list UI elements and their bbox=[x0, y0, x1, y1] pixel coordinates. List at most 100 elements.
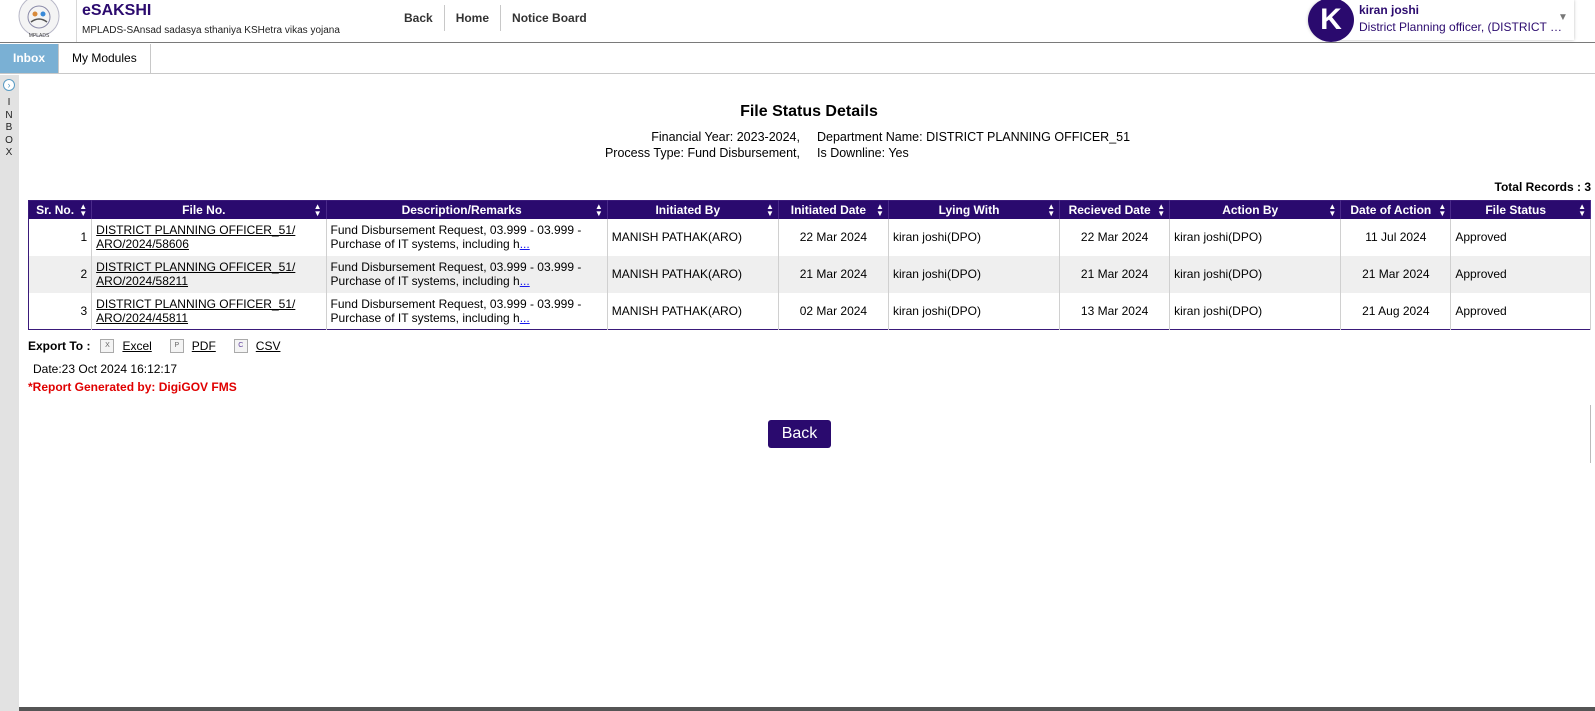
cell-file-status: Approved bbox=[1450, 218, 1591, 256]
cell-date-of-action: 21 Mar 2024 bbox=[1340, 255, 1452, 293]
file-no-link[interactable]: DISTRICT PLANNING OFFICER_51/ ARO/2024/4… bbox=[96, 297, 295, 325]
scroll-divider bbox=[1590, 405, 1591, 463]
column-header-label: Initiated By bbox=[655, 202, 721, 217]
pdf-icon[interactable]: P bbox=[169, 339, 184, 353]
sort-icon[interactable]: ▲ ▼ bbox=[595, 203, 603, 218]
export-csv-link[interactable]: CSV bbox=[256, 339, 281, 353]
sort-icon[interactable]: ▲ ▼ bbox=[1047, 203, 1055, 218]
cell-file-no: DISTRICT PLANNING OFFICER_51/ ARO/2024/4… bbox=[91, 292, 327, 330]
sort-icon[interactable]: ▲ ▼ bbox=[79, 203, 87, 218]
app-subtitle: MPLADS-SAnsad sadasya sthaniya KSHetra v… bbox=[82, 25, 340, 36]
mplads-logo[interactable]: MPLADS bbox=[6, 0, 72, 40]
inbox-side-panel[interactable]: › INBOX bbox=[0, 75, 19, 711]
app-header: MPLADS eSAKSHI MPLADS-SAnsad sadasya sth… bbox=[0, 0, 1595, 43]
column-header-description[interactable]: Description/Remarks ▲ ▼ bbox=[326, 200, 608, 219]
file-no-link[interactable]: DISTRICT PLANNING OFFICER_51/ ARO/2024/5… bbox=[96, 223, 295, 251]
page-title: File Status Details bbox=[740, 103, 878, 120]
user-menu[interactable]: K kiran joshi District Planning officer,… bbox=[1308, 0, 1574, 42]
process-type-value: Fund Disbursement, bbox=[687, 146, 800, 160]
cell-initiated-by: MANISH PATHAK(ARO) bbox=[607, 255, 779, 293]
export-label: Export To : bbox=[28, 339, 91, 353]
column-header-label: Sr. No. bbox=[36, 202, 75, 217]
column-header-file-status[interactable]: File Status ▲ ▼ bbox=[1450, 200, 1591, 219]
column-header-date-of-action[interactable]: Date of Action ▲ ▼ bbox=[1340, 200, 1452, 219]
table-row: 3 DISTRICT PLANNING OFFICER_51/ ARO/2024… bbox=[28, 292, 1591, 330]
report-meta-left: Financial Year: 2023-2024, Process Type:… bbox=[560, 129, 800, 161]
tab-bar: Inbox My Modules bbox=[0, 44, 1595, 74]
export-pdf-link[interactable]: PDF bbox=[192, 339, 216, 353]
back-button[interactable]: Back bbox=[768, 420, 831, 448]
cell-sr-no: 3 bbox=[28, 292, 93, 330]
svg-text:MPLADS: MPLADS bbox=[29, 33, 50, 39]
sort-icon[interactable]: ▲ ▼ bbox=[314, 203, 322, 218]
description-more-link[interactable]: ... bbox=[520, 237, 530, 251]
financial-year-label: Financial Year: bbox=[651, 130, 734, 144]
sort-icon[interactable]: ▲ ▼ bbox=[1157, 203, 1165, 218]
cell-file-status: Approved bbox=[1450, 255, 1591, 293]
file-no-link[interactable]: DISTRICT PLANNING OFFICER_51/ ARO/2024/5… bbox=[96, 260, 295, 288]
downline-value: Yes bbox=[888, 146, 909, 160]
column-header-label: Date of Action bbox=[1350, 202, 1432, 217]
column-header-label: Description/Remarks bbox=[401, 202, 522, 217]
csv-icon[interactable]: C bbox=[233, 339, 248, 353]
report-meta-right: Department Name: DISTRICT PLANNING OFFIC… bbox=[817, 129, 1217, 161]
logo-divider bbox=[76, 0, 77, 42]
sort-icon[interactable]: ▲ ▼ bbox=[1328, 203, 1336, 218]
description-more-link[interactable]: ... bbox=[520, 274, 530, 288]
user-role: District Planning officer, (DISTRICT PLA… bbox=[1359, 20, 1569, 34]
report-date: Date:23 Oct 2024 16:12:17 bbox=[33, 362, 178, 376]
nav-home-link[interactable]: Home bbox=[445, 5, 500, 31]
table-row: 2 DISTRICT PLANNING OFFICER_51/ ARO/2024… bbox=[28, 255, 1591, 293]
cell-action-by: kiran joshi(DPO) bbox=[1169, 292, 1342, 330]
cell-file-status: Approved bbox=[1450, 292, 1591, 330]
column-header-lying-with[interactable]: Lying With ▲ ▼ bbox=[888, 200, 1061, 219]
column-header-label: File No. bbox=[182, 202, 226, 217]
column-header-label: Recieved Date bbox=[1068, 202, 1151, 217]
cell-initiated-date: 21 Mar 2024 bbox=[778, 255, 889, 293]
column-header-received-date[interactable]: Recieved Date ▲ ▼ bbox=[1059, 200, 1171, 219]
report-generated-by: *Report Generated by: DigiGOV FMS bbox=[28, 380, 237, 394]
cell-description: Fund Disbursement Request, 03.999 - 03.9… bbox=[326, 218, 608, 256]
cell-action-by: kiran joshi(DPO) bbox=[1169, 218, 1342, 256]
nav-back-link[interactable]: Back bbox=[393, 5, 444, 31]
column-header-label: Action By bbox=[1222, 202, 1279, 217]
financial-year-value: 2023-2024, bbox=[736, 130, 800, 144]
cell-initiated-by: MANISH PATHAK(ARO) bbox=[607, 292, 779, 330]
column-header-initiated-date[interactable]: Initiated Date ▲ ▼ bbox=[778, 200, 889, 219]
cell-date-of-action: 11 Jul 2024 bbox=[1340, 218, 1452, 256]
cell-action-by: kiran joshi(DPO) bbox=[1169, 255, 1342, 293]
cell-date-of-action: 21 Aug 2024 bbox=[1340, 292, 1452, 330]
excel-icon[interactable]: X bbox=[100, 339, 115, 353]
column-header-sr-no[interactable]: Sr. No. ▲ ▼ bbox=[28, 200, 93, 219]
sort-icon[interactable]: ▲ ▼ bbox=[876, 203, 884, 218]
tab-inbox[interactable]: Inbox bbox=[0, 44, 59, 73]
column-header-label: Lying With bbox=[938, 202, 1000, 217]
sort-icon[interactable]: ▲ ▼ bbox=[1578, 203, 1586, 218]
description-text: Fund Disbursement Request, 03.999 - 03.9… bbox=[330, 260, 582, 288]
table-row: 1 DISTRICT PLANNING OFFICER_51/ ARO/2024… bbox=[28, 218, 1591, 256]
cell-lying-with: kiran joshi(DPO) bbox=[888, 218, 1061, 256]
cell-file-no: DISTRICT PLANNING OFFICER_51/ ARO/2024/5… bbox=[91, 218, 327, 256]
nav-notice-board-link[interactable]: Notice Board bbox=[501, 5, 598, 31]
tab-my-modules[interactable]: My Modules bbox=[59, 44, 151, 73]
column-header-action-by[interactable]: Action By ▲ ▼ bbox=[1169, 200, 1342, 219]
avatar: K bbox=[1308, 0, 1354, 42]
sort-icon[interactable]: ▲ ▼ bbox=[1438, 203, 1446, 218]
cell-initiated-date: 22 Mar 2024 bbox=[778, 218, 889, 256]
sort-icon[interactable]: ▲ ▼ bbox=[766, 203, 774, 218]
process-type-label: Process Type: bbox=[604, 146, 684, 160]
column-header-file-no[interactable]: File No. ▲ ▼ bbox=[91, 200, 327, 219]
description-more-link[interactable]: ... bbox=[520, 311, 530, 325]
export-excel-link[interactable]: Excel bbox=[122, 339, 151, 353]
cell-received-date: 21 Mar 2024 bbox=[1059, 255, 1171, 293]
total-records: Total Records : 3 bbox=[1494, 180, 1591, 194]
column-header-label: File Status bbox=[1485, 202, 1547, 217]
chevron-down-icon[interactable]: ▼ bbox=[1558, 12, 1568, 23]
cell-lying-with: kiran joshi(DPO) bbox=[888, 255, 1061, 293]
column-header-initiated-by[interactable]: Initiated By ▲ ▼ bbox=[607, 200, 779, 219]
cell-file-no: DISTRICT PLANNING OFFICER_51/ ARO/2024/5… bbox=[91, 255, 327, 293]
cell-description: Fund Disbursement Request, 03.999 - 03.9… bbox=[326, 255, 608, 293]
expand-icon[interactable]: › bbox=[3, 79, 15, 91]
file-status-table: Sr. No. ▲ ▼ File No. ▲ ▼ Description/Remarks… bbox=[28, 200, 1591, 330]
cell-sr-no: 1 bbox=[28, 218, 93, 256]
